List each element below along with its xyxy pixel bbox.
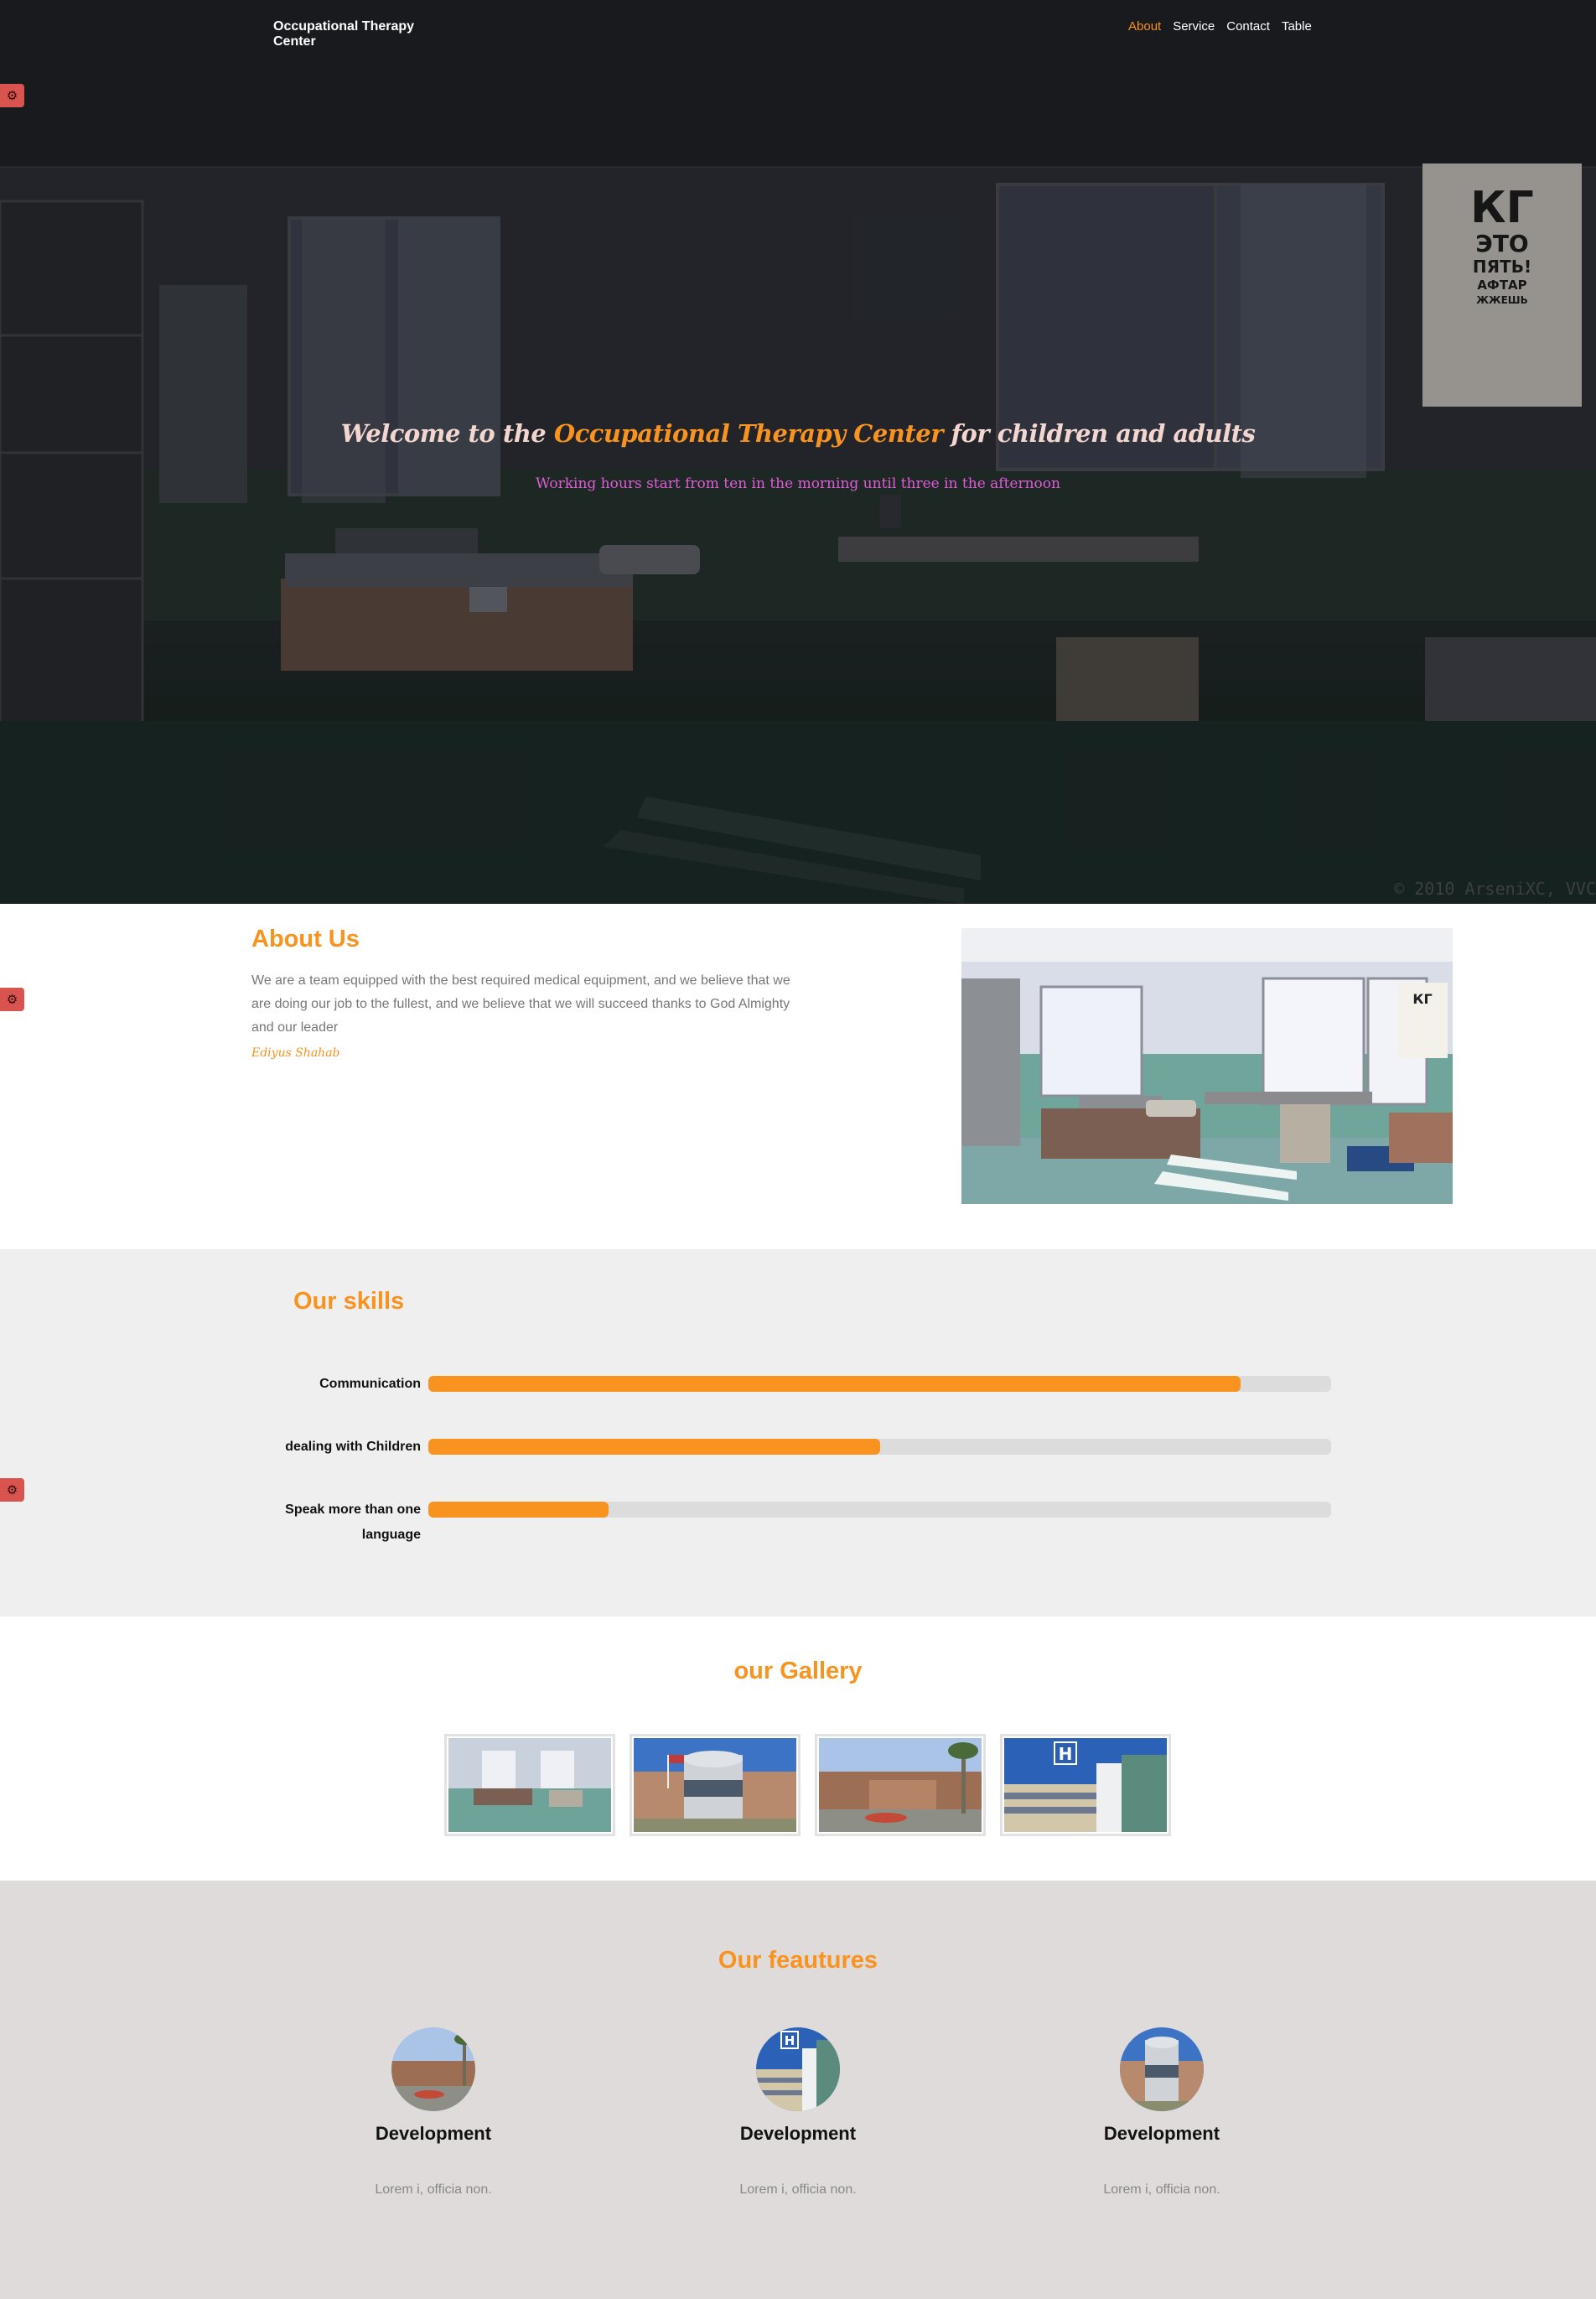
gear-icon: ⚙	[6, 1483, 18, 1497]
hero-overlay	[0, 0, 1596, 904]
about-section: About Us We are a team equipped with the…	[0, 904, 1596, 1249]
feature-title: Development	[739, 2123, 857, 2144]
svg-text:H: H	[785, 2033, 795, 2048]
feature-text: Lorem i, officia non.	[375, 2182, 492, 2197]
features-section: Our feautures Development Lorem i, offic…	[0, 1881, 1596, 2299]
about-photo: КГ	[961, 928, 1453, 1204]
skill-progress-fill	[428, 1502, 609, 1518]
hero-section: КГ ЭТО ПЯТЬ! АФТАР ЖЖЕШЬ Occupational Th…	[0, 0, 1596, 904]
nav-link-about[interactable]: About	[1128, 19, 1161, 34]
hero-title-accent: Occupational Therapy Center	[553, 419, 944, 448]
about-title: About Us	[251, 926, 360, 952]
about-signature: Ediyus Shahab	[251, 1046, 340, 1060]
hero-subtitle: Working hours start from ten in the morn…	[536, 475, 1060, 492]
svg-text:H: H	[1059, 1744, 1073, 1764]
navbar: Occupational Therapy Center About Servic…	[0, 0, 1596, 55]
features-title: Our feautures	[718, 1947, 878, 1974]
feature-card: Development Lorem i, officia non.	[299, 2027, 567, 2198]
gear-icon: ⚙	[6, 993, 18, 1007]
gear-icon: ⚙	[6, 89, 18, 103]
skill-progress-bar	[428, 1376, 1331, 1392]
hero-title-suffix: for children and adults	[942, 419, 1256, 448]
gallery-title: our Gallery	[733, 1658, 863, 1684]
skills-section: Our skills Communication dealing with Ch…	[0, 1249, 1596, 1617]
skill-progress-fill	[428, 1376, 1241, 1392]
feature-text: Lorem i, officia non.	[1103, 2182, 1220, 2197]
feature-image	[1120, 2027, 1204, 2111]
skill-label: Speak more than one language	[285, 1502, 421, 1542]
skill-progress-bar	[428, 1502, 1331, 1518]
gallery-thumbnails: H	[444, 1734, 1171, 1836]
nav-link-table[interactable]: Table	[1282, 19, 1312, 34]
feature-image	[391, 2027, 475, 2111]
skill-label: dealing with Children	[285, 1440, 421, 1454]
skills-title: Our skills	[293, 1288, 405, 1315]
nav-links: About Service Contact Table	[1128, 19, 1312, 34]
gallery-thumbnail[interactable]	[815, 1734, 986, 1836]
skill-progress-fill	[428, 1439, 880, 1455]
settings-tab-skills[interactable]: ⚙	[0, 1478, 24, 1502]
feature-card: Development Lorem i, officia non.	[1028, 2027, 1296, 2198]
image-watermark: © 2010 ArseniXC, VVC	[1394, 879, 1596, 899]
gallery-thumbnail[interactable]	[444, 1734, 615, 1836]
hero-title-prefix: Welcome to the	[340, 419, 554, 448]
skill-progress-bar	[428, 1439, 1331, 1455]
about-text: We are a team equipped with the best req…	[251, 973, 790, 1035]
brand-logo[interactable]: Occupational Therapy Center	[273, 19, 449, 49]
feature-image: H	[756, 2027, 840, 2111]
feature-title: Development	[375, 2123, 492, 2144]
nav-link-service[interactable]: Service	[1173, 19, 1215, 34]
gallery-thumbnail[interactable]	[630, 1734, 801, 1836]
gallery-thumbnail[interactable]: H	[1000, 1734, 1171, 1836]
skill-label: Communication	[319, 1377, 421, 1391]
gallery-section: our Gallery H	[0, 1617, 1596, 1881]
feature-title: Development	[1103, 2123, 1220, 2144]
feature-card: H Development Lorem i, officia non.	[664, 2027, 932, 2198]
hero-title: Welcome to the Occupational Therapy Cent…	[0, 419, 1596, 448]
photo-eye-chart-text: КГ	[1412, 991, 1432, 1007]
settings-tab-hero[interactable]: ⚙	[0, 84, 24, 107]
feature-text: Lorem i, officia non.	[739, 2182, 857, 2197]
nav-link-contact[interactable]: Contact	[1226, 19, 1270, 34]
settings-tab-about[interactable]: ⚙	[0, 988, 24, 1011]
